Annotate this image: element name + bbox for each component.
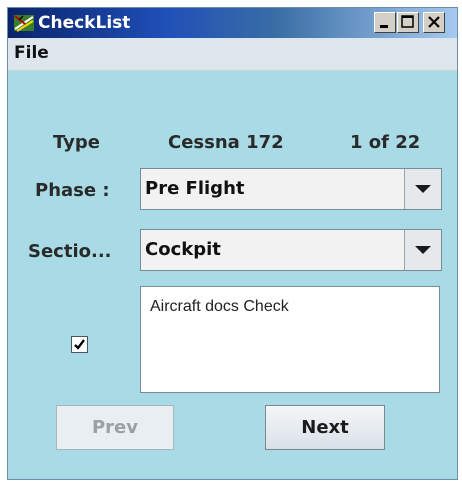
phase-selected-value: Pre Flight	[145, 178, 245, 199]
checklist-item-text[interactable]: Aircraft docs Check	[140, 286, 440, 393]
minimize-button[interactable]	[374, 12, 396, 33]
minimize-icon	[380, 25, 388, 28]
menu-file[interactable]: File	[14, 43, 49, 63]
aircraft-type-value: Cessna 172	[168, 132, 284, 153]
app-icon	[13, 12, 35, 34]
checkmark-icon	[74, 339, 85, 350]
prev-button[interactable]: Prev	[56, 405, 174, 450]
maximize-button[interactable]	[397, 12, 419, 33]
item-done-checkbox[interactable]	[71, 336, 88, 353]
phase-label: Phase :	[35, 180, 110, 201]
section-label: Sectio...	[28, 241, 112, 262]
close-button[interactable]	[423, 12, 445, 33]
close-icon	[428, 16, 440, 28]
progress-counter: 1 of 22	[350, 132, 421, 153]
phase-dropdown-button[interactable]	[404, 169, 441, 209]
section-select[interactable]: Cockpit	[140, 229, 442, 271]
menu-bar: File	[8, 38, 457, 71]
chevron-down-icon	[415, 185, 431, 193]
phase-select[interactable]: Pre Flight	[140, 168, 442, 210]
type-label: Type	[53, 132, 100, 153]
section-selected-value: Cockpit	[145, 239, 221, 260]
next-button[interactable]: Next	[265, 405, 385, 450]
checklist-item-description: Aircraft docs Check	[150, 298, 289, 315]
section-dropdown-button[interactable]	[404, 230, 441, 270]
maximize-icon	[401, 15, 414, 28]
chevron-down-icon	[415, 246, 431, 254]
window-title: CheckList	[38, 13, 131, 33]
title-bar[interactable]: CheckList	[8, 8, 457, 38]
checklist-window: CheckList File Type Cessna 172 1 of 22 P…	[7, 7, 458, 480]
